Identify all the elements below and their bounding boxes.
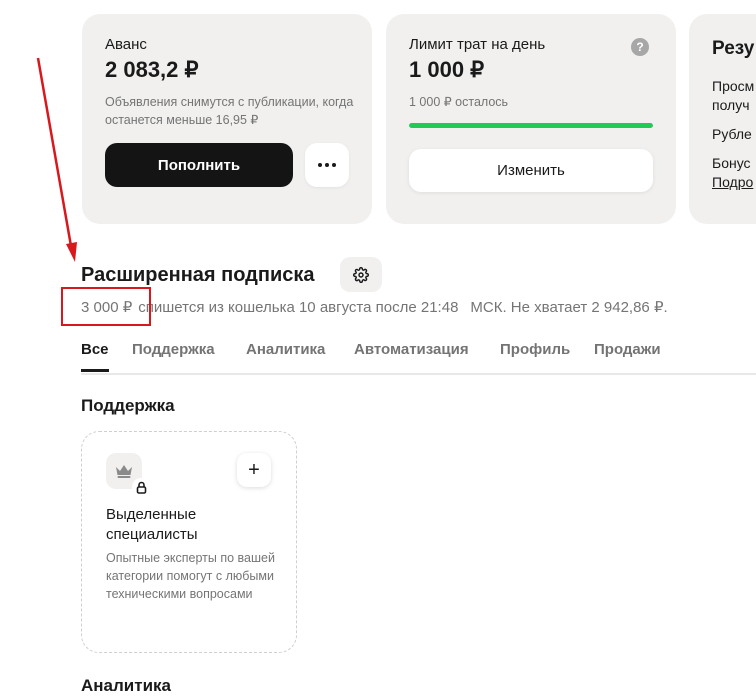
results-title: Резу — [712, 38, 755, 59]
subscription-settings-button[interactable] — [340, 257, 382, 292]
change-limit-button[interactable]: Изменить — [409, 149, 653, 192]
results-line: Бонус — [712, 155, 751, 171]
wallet-card: Аванс 2 083,2 ₽ Объявления снимутся с пу… — [82, 14, 372, 224]
feature-card-dedicated-specialists[interactable]: + Выделенные специалисты Опытные эксперт… — [81, 431, 297, 653]
daily-limit-card: Лимит трат на день ? 1 000 ₽ 1 000 ₽ ост… — [386, 14, 676, 224]
limit-remaining: 1 000 ₽ осталось — [409, 95, 509, 109]
crown-icon — [116, 465, 132, 478]
analytics-group-title: Аналитика — [81, 676, 171, 695]
category-tabs: Все Поддержка Аналитика Автоматизация Пр… — [81, 341, 756, 375]
limit-progress-bar — [409, 123, 653, 128]
gear-icon — [353, 266, 369, 283]
charge-shortfall: МСК. Не хватает 2 942,86 ₽. — [470, 299, 668, 316]
subscription-title: Расширенная подписка — [81, 264, 315, 286]
help-icon[interactable]: ? — [631, 38, 649, 56]
limit-title: Лимит трат на день — [409, 36, 546, 53]
wallet-amount: 2 083,2 ₽ — [105, 57, 199, 82]
tab-analytics[interactable]: Аналитика — [246, 341, 325, 358]
limit-amount: 1 000 ₽ — [409, 57, 485, 82]
tab-all[interactable]: Все — [81, 341, 109, 372]
feature-title: Выделенные специалисты — [106, 506, 198, 543]
add-feature-button[interactable]: + — [237, 453, 271, 487]
charge-text: спишется из кошелька 10 августа после 21… — [138, 299, 459, 316]
more-button[interactable] — [305, 143, 349, 187]
more-dots-icon — [318, 163, 336, 167]
results-details-link[interactable]: Подро — [712, 174, 753, 190]
limit-progress-fill — [409, 123, 653, 128]
wallet-note: Объявления снимутся с публикации, когда … — [105, 95, 354, 127]
results-card: Резу Просм получ Рубле Бонус Подро — [689, 14, 756, 224]
support-group-title: Поддержка — [81, 396, 175, 415]
lock-icon — [132, 478, 150, 496]
annotation-box — [61, 287, 151, 326]
subscription-charge-info: 3 000 ₽ спишется из кошелька 10 августа п… — [81, 298, 668, 316]
tab-support[interactable]: Поддержка — [132, 341, 215, 358]
tab-sales[interactable]: Продажи — [594, 341, 661, 358]
tab-automation[interactable]: Автоматизация — [354, 341, 469, 358]
results-line: Просм — [712, 78, 755, 94]
results-line: Рубле — [712, 126, 752, 142]
tab-profile[interactable]: Профиль — [500, 341, 570, 358]
feature-description: Опытные эксперты по вашей категории помо… — [106, 551, 275, 601]
wallet-title: Аванс — [105, 36, 147, 53]
results-line: получ — [712, 97, 750, 113]
topup-button[interactable]: Пополнить — [105, 143, 293, 187]
